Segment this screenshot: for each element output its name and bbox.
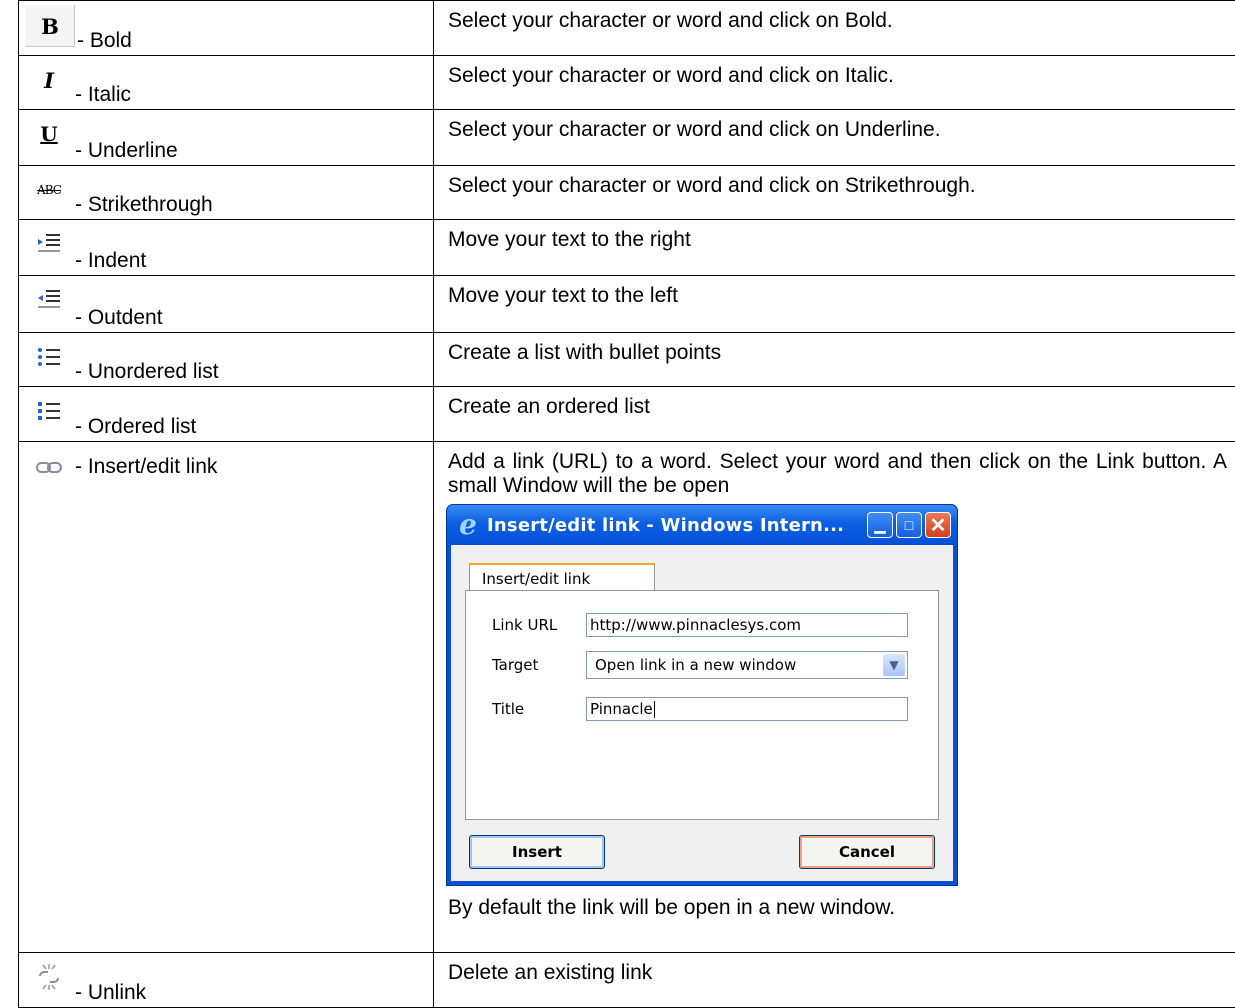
table-row: - Outdent Move your text to the left: [19, 276, 1235, 333]
title-input[interactable]: Pinnacle: [586, 697, 908, 721]
row-label: - Underline: [73, 139, 178, 165]
table-row: - Unordered list Create a list with bull…: [19, 333, 1235, 387]
row-description: Create a list with bullet points: [434, 333, 1235, 365]
row-label: - Strikethrough: [73, 193, 213, 219]
table-row: I - Italic Select your character or word…: [19, 56, 1235, 110]
target-label: Target: [492, 656, 586, 674]
row-description: Move your text to the left: [434, 276, 1235, 308]
unlink-icon: [25, 957, 73, 997]
title-label: Title: [492, 700, 586, 718]
indent-icon: [25, 224, 73, 264]
table-row: ABC - Strikethrough Select your characte…: [19, 166, 1235, 220]
row-label: - Bold: [75, 29, 132, 55]
row-description: Select your character or word and click …: [434, 1, 1235, 33]
title-input-value: Pinnacle: [590, 700, 653, 718]
text-cursor: [654, 701, 655, 718]
bold-icon: B: [25, 5, 75, 47]
link-url-label: Link URL: [492, 616, 586, 634]
dialog-titlebar: e Insert/edit link - Windows Intern... ▁…: [447, 505, 957, 545]
table-row: U - Underline Select your character or w…: [19, 110, 1235, 166]
tab-insert-edit-link[interactable]: Insert/edit link: [469, 563, 655, 591]
row-description: Move your text to the right: [434, 220, 1235, 252]
chevron-down-icon[interactable]: ▼: [883, 654, 905, 676]
ordered-list-icon: [25, 391, 73, 431]
link-url-input[interactable]: http://www.pinnaclesys.com: [586, 613, 908, 637]
row-description: Select your character or word and click …: [434, 110, 1235, 142]
row-label: - Insert/edit link: [73, 455, 217, 481]
row-description: Add a link (URL) to a word. Select your …: [434, 442, 1235, 498]
unordered-list-icon: [25, 337, 73, 377]
link-icon: [25, 448, 73, 488]
table-row: B - Bold Select your character or word a…: [19, 1, 1235, 56]
insert-button[interactable]: Insert: [469, 835, 605, 869]
underline-icon: U: [25, 114, 73, 154]
maximize-icon[interactable]: □: [896, 512, 922, 538]
tab-panel: Link URL http://www.pinnaclesys.com Targ…: [465, 590, 939, 820]
strikethrough-icon: ABC: [25, 170, 73, 210]
target-select-value: Open link in a new window: [595, 656, 796, 674]
minimize-icon[interactable]: ▁: [867, 512, 893, 538]
table-row: - Ordered list Create an ordered list: [19, 387, 1235, 442]
row-description: Select your character or word and click …: [434, 56, 1235, 88]
italic-icon: I: [25, 60, 73, 100]
row-note: By default the link will be open in a ne…: [434, 886, 1235, 920]
target-select[interactable]: Open link in a new window ▼: [586, 651, 908, 679]
row-label: - Unlink: [73, 981, 146, 1007]
table-row: - Unlink Delete an existing link: [19, 953, 1235, 1008]
row-label: - Indent: [73, 249, 146, 275]
outdent-icon: [25, 280, 73, 320]
toolbar-help-table: B - Bold Select your character or word a…: [18, 0, 1235, 1008]
ie-icon: e: [455, 512, 481, 538]
close-icon[interactable]: ✕: [925, 512, 951, 538]
row-description: Delete an existing link: [434, 953, 1235, 985]
row-label: - Italic: [73, 83, 131, 109]
dialog-body: Insert/edit link Link URL http://www.pin…: [451, 545, 953, 881]
row-description: Create an ordered list: [434, 387, 1235, 419]
row-description: Select your character or word and click …: [434, 166, 1235, 198]
row-label: - Ordered list: [73, 415, 196, 441]
dialog-title: Insert/edit link - Windows Intern...: [487, 515, 867, 536]
table-row: - Indent Move your text to the right: [19, 220, 1235, 276]
insert-link-dialog: e Insert/edit link - Windows Intern... ▁…: [446, 504, 958, 886]
table-row: - Insert/edit link Add a link (URL) to a…: [19, 442, 1235, 953]
row-label: - Unordered list: [73, 360, 219, 386]
cancel-button[interactable]: Cancel: [799, 835, 935, 869]
row-label: - Outdent: [73, 306, 163, 332]
